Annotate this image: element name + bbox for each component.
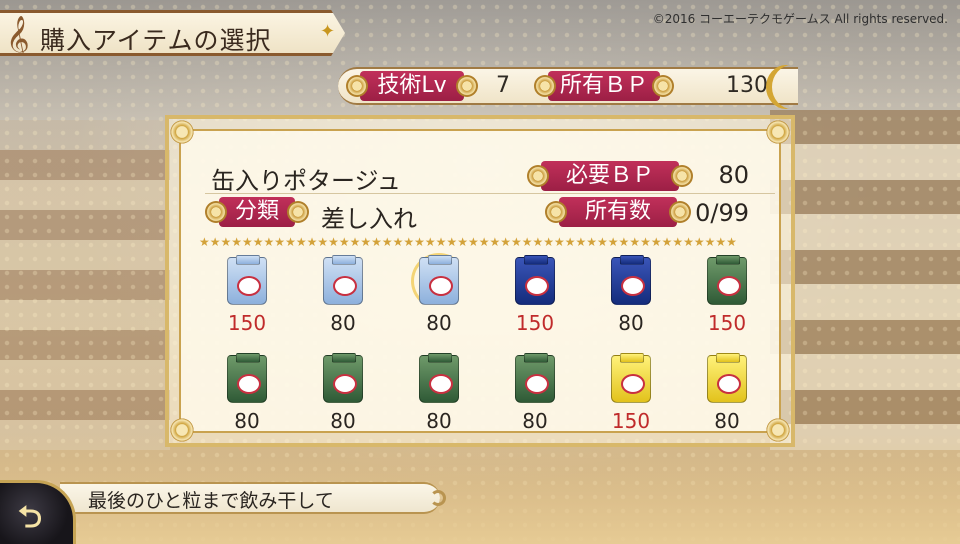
item-name: 缶入りポタージュ <box>211 167 401 195</box>
bag-yellow-icon <box>707 353 747 403</box>
bag-green-icon <box>323 353 363 403</box>
item-price: 150 <box>515 311 555 335</box>
item-slot[interactable]: 80 <box>199 351 295 447</box>
item-slot[interactable]: 150 <box>199 253 295 349</box>
owned-bp-label: 所有ＢＰ <box>534 71 674 101</box>
item-slot[interactable]: 80 <box>487 351 583 447</box>
corner-ornament-icon <box>169 119 195 145</box>
corner-ornament-icon <box>765 119 791 145</box>
item-price: 80 <box>234 409 260 433</box>
bag-green-icon <box>707 255 747 305</box>
bag-dark-blue-icon <box>611 255 651 305</box>
bag-green-icon <box>419 353 459 403</box>
copyright-text: ©2016 コーエーテクモゲームス All rights reserved. <box>652 12 948 26</box>
item-panel: 缶入りポタージュ 必要ＢＰ 80 分類 差し入れ 所有数 0/99 ★★★★★★… <box>165 115 795 447</box>
owned-count-label: 所有数 <box>545 197 691 227</box>
skill-level-value: 7 <box>496 73 510 98</box>
item-slot[interactable]: 80 <box>391 351 487 447</box>
item-slot[interactable]: 80 <box>679 351 775 447</box>
item-price: 150 <box>611 409 651 433</box>
back-arrow-icon: ⮌ <box>18 500 43 535</box>
item-slot[interactable]: 150 <box>583 351 679 447</box>
bag-dark-blue-icon <box>515 255 555 305</box>
item-slot[interactable]: 80 <box>583 253 679 349</box>
scroll-ornament-icon <box>430 490 446 506</box>
skill-level-label: 技術Lv <box>346 71 478 101</box>
corner-ornament-icon <box>765 417 791 443</box>
star-divider: ★★★★★★★★★★★★★★★★★★★★★★★★★★★★★★★★★★★★★★★★… <box>199 235 737 249</box>
stat-bar: 技術Lv 7 所有ＢＰ 130 <box>338 67 798 105</box>
item-description: 最後のひと粒まで飲み干して <box>88 490 334 512</box>
bag-green-icon <box>227 353 267 403</box>
item-slot[interactable]: 80 <box>295 351 391 447</box>
category-value: 差し入れ <box>321 205 417 233</box>
row-divider <box>205 193 775 194</box>
item-panel-inner: 缶入りポタージュ 必要ＢＰ 80 分類 差し入れ 所有数 0/99 ★★★★★★… <box>169 119 791 443</box>
title-banner: 𝄞 購入アイテムの選択 ✦ <box>0 10 345 56</box>
owned-bp-value: 130 <box>726 73 768 98</box>
item-price: 80 <box>714 409 740 433</box>
category-label: 分類 <box>205 197 309 227</box>
bag-green-icon <box>515 353 555 403</box>
bag-light-blue-icon <box>419 255 459 305</box>
bag-light-blue-icon <box>323 255 363 305</box>
item-slot[interactable]: 80 <box>391 253 487 349</box>
item-price: 80 <box>426 311 452 335</box>
item-price: 80 <box>426 409 452 433</box>
item-price: 150 <box>707 311 747 335</box>
item-price: 80 <box>330 409 356 433</box>
item-price: 150 <box>227 311 267 335</box>
crescent-moon-icon <box>772 65 812 109</box>
corner-ornament-icon <box>169 417 195 443</box>
treble-clef-icon: 𝄞 <box>6 16 30 62</box>
item-price: 80 <box>330 311 356 335</box>
item-price: 80 <box>522 409 548 433</box>
required-bp-label: 必要ＢＰ <box>527 161 693 191</box>
item-price: 80 <box>618 311 644 335</box>
owned-count-value: 0/99 <box>695 199 749 227</box>
item-slot[interactable]: 80 <box>295 253 391 349</box>
item-slot[interactable]: 150 <box>487 253 583 349</box>
description-bar: 最後のひと粒まで飲み干して <box>60 482 446 514</box>
item-grid: 150 80 80 150 80 150 80 80 80 80 150 80 <box>199 253 791 449</box>
bag-yellow-icon <box>611 353 651 403</box>
star-icon: ✦ <box>320 21 336 42</box>
bag-light-blue-icon <box>227 255 267 305</box>
item-slot[interactable]: 150 <box>679 253 775 349</box>
page-title: 購入アイテムの選択 <box>40 26 272 55</box>
required-bp-value: 80 <box>718 161 749 189</box>
